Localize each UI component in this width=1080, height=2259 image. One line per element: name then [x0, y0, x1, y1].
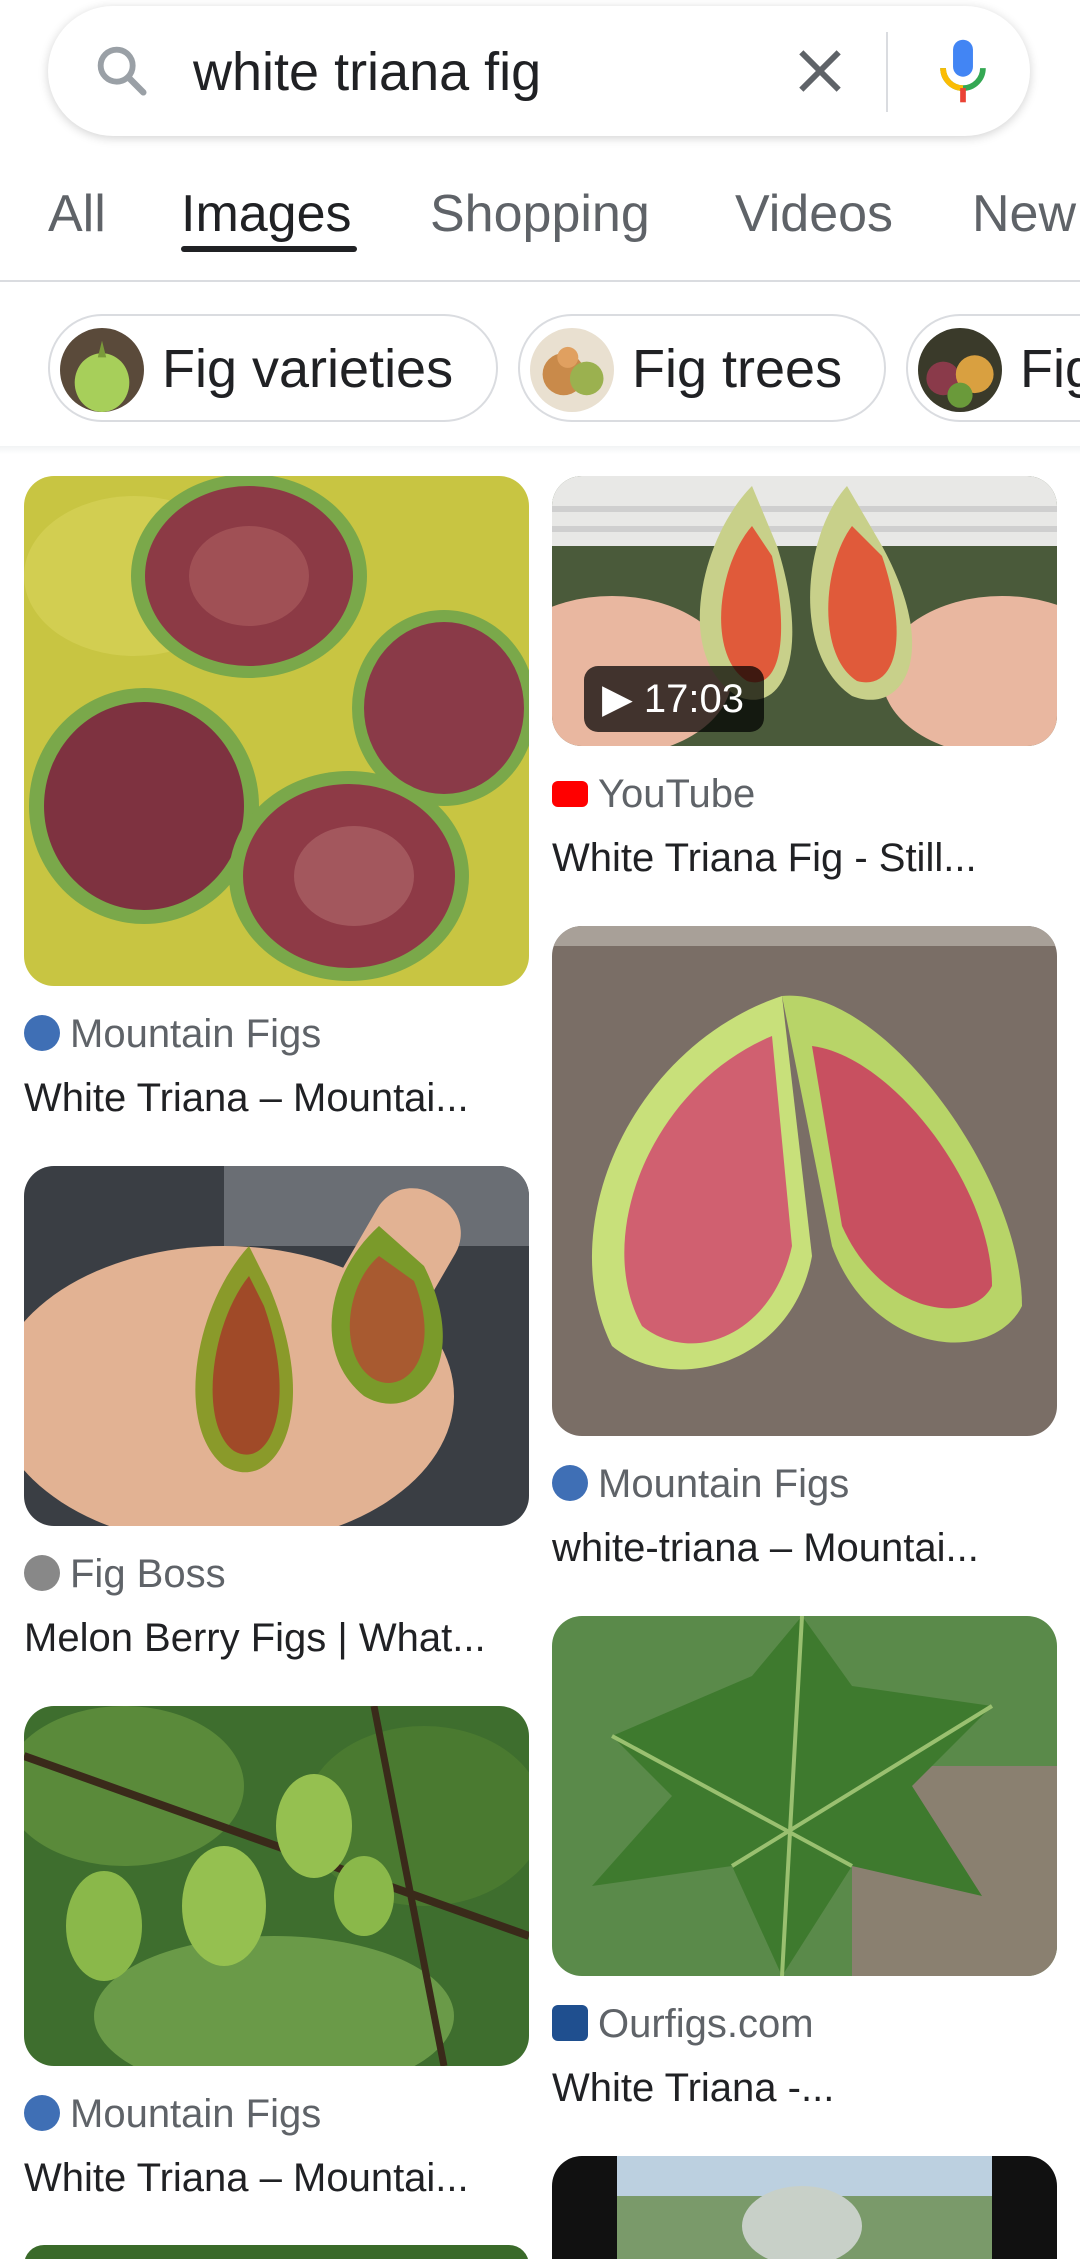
result-source[interactable]: Mountain Figs: [552, 1462, 849, 1507]
search-icon[interactable]: [90, 39, 154, 103]
chip-thumbnail: [918, 328, 1002, 412]
result-image[interactable]: [552, 1616, 1057, 1976]
active-tab-indicator: [181, 246, 357, 252]
result-image[interactable]: [24, 1166, 529, 1526]
result-title[interactable]: White Triana Fig - Still...: [552, 836, 977, 881]
image-result[interactable]: Mountain Figs White Triana – Mountai...: [24, 476, 529, 1126]
result-source[interactable]: Ourfigs.com: [552, 2002, 814, 2047]
result-source[interactable]: Mountain Figs: [24, 2092, 321, 2137]
youtube-icon: [552, 781, 588, 807]
result-title[interactable]: Melon Berry Figs | What...: [24, 1616, 486, 1661]
chip-fig-trees[interactable]: Fig trees: [518, 314, 886, 422]
related-chips: Fig varieties Fig trees Fig: [0, 310, 1080, 430]
wordpress-icon: [552, 1465, 588, 1501]
chip-label: Fig trees: [632, 339, 843, 399]
tab-shopping[interactable]: Shopping: [430, 184, 650, 244]
chip-fig[interactable]: Fig: [906, 314, 1080, 422]
result-image[interactable]: [24, 1706, 529, 2066]
result-image[interactable]: [552, 2156, 1057, 2259]
result-title[interactable]: White Triana – Mountai...: [24, 2156, 469, 2201]
search-divider: [886, 32, 888, 112]
result-source[interactable]: Mountain Figs: [24, 1012, 321, 1057]
result-source[interactable]: YouTube: [552, 772, 755, 817]
wordpress-icon: [24, 2095, 60, 2131]
chip-thumbnail: [60, 328, 144, 412]
play-icon: ▶: [602, 677, 633, 721]
microphone-icon[interactable]: [928, 34, 998, 108]
tab-images[interactable]: Images: [181, 184, 352, 244]
wordpress-icon: [24, 1015, 60, 1051]
chip-thumbnail: [530, 328, 614, 412]
result-title[interactable]: White Triana -...: [552, 2066, 834, 2111]
image-result[interactable]: ▶ 17:03 YouTube White Triana Fig - Still…: [552, 476, 1057, 886]
image-result[interactable]: [24, 2245, 529, 2259]
video-duration-badge: ▶ 17:03: [584, 666, 764, 732]
search-bar[interactable]: white triana fig: [48, 6, 1030, 136]
tab-all[interactable]: All: [48, 184, 106, 244]
chip-label: Fig: [1020, 339, 1080, 399]
result-title[interactable]: white-triana – Mountai...: [552, 1526, 979, 1571]
result-image[interactable]: [24, 2245, 529, 2259]
result-image[interactable]: [552, 926, 1057, 1436]
chip-fig-varieties[interactable]: Fig varieties: [48, 314, 498, 422]
chips-divider: [0, 446, 1080, 454]
search-input[interactable]: white triana fig: [193, 40, 541, 104]
result-image[interactable]: [24, 476, 529, 986]
result-title[interactable]: White Triana – Mountai...: [24, 1076, 469, 1121]
result-source[interactable]: Fig Boss: [24, 1552, 226, 1597]
search-tabs: All Images Shopping Videos New: [0, 170, 1080, 282]
tab-news[interactable]: New: [972, 184, 1076, 244]
chip-label: Fig varieties: [162, 339, 454, 399]
clear-icon[interactable]: [788, 39, 852, 103]
image-result[interactable]: [552, 2156, 1057, 2259]
image-result[interactable]: Ourfigs.com White Triana -...: [552, 1616, 1057, 2116]
image-result[interactable]: Mountain Figs white-triana – Mountai...: [552, 926, 1057, 1586]
ourfigs-icon: [552, 2005, 588, 2041]
image-result[interactable]: Fig Boss Melon Berry Figs | What...: [24, 1166, 529, 1666]
image-result[interactable]: Mountain Figs White Triana – Mountai...: [24, 1706, 529, 2206]
figboss-icon: [24, 1555, 60, 1591]
tab-videos[interactable]: Videos: [735, 184, 893, 244]
